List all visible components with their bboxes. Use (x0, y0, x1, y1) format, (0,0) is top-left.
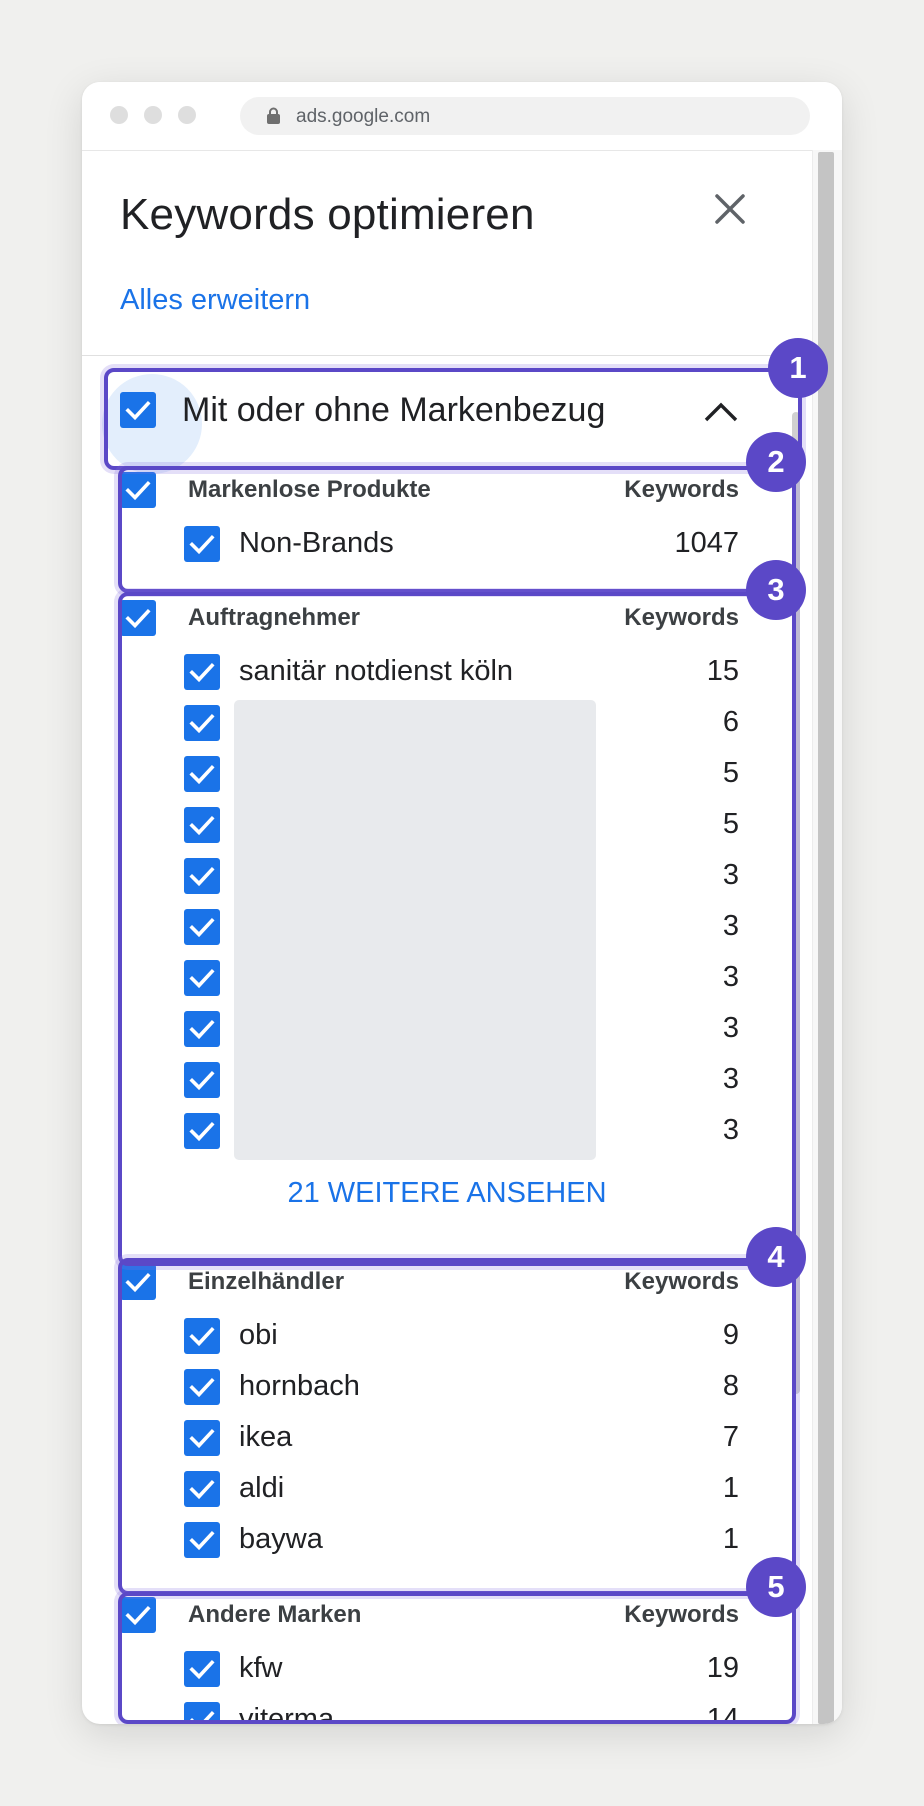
highlight-box (118, 466, 796, 593)
step-badge: 4 (746, 1227, 806, 1287)
window-minimize-dot[interactable] (144, 106, 162, 124)
highlight-box (118, 1592, 796, 1724)
divider (82, 355, 812, 356)
window-close-dot[interactable] (110, 106, 128, 124)
expand-all-link[interactable]: Alles erweitern (120, 284, 310, 317)
step-badge: 5 (746, 1557, 806, 1617)
step-badge: 2 (746, 432, 806, 492)
panel-title: Keywords optimieren (120, 190, 535, 239)
highlight-box (104, 368, 802, 470)
window-maximize-dot[interactable] (178, 106, 196, 124)
browser-toolbar: ads.google.com (82, 82, 842, 151)
browser-window: ads.google.com Keywords optimieren Alles… (82, 82, 842, 1724)
close-icon[interactable] (713, 192, 747, 226)
step-badge: 1 (768, 338, 828, 398)
address-url: ads.google.com (296, 106, 431, 127)
step-badge: 3 (746, 560, 806, 620)
address-bar[interactable]: ads.google.com (240, 97, 810, 135)
highlight-box (118, 1258, 796, 1595)
highlight-box (118, 592, 796, 1266)
lock-icon (267, 107, 280, 124)
